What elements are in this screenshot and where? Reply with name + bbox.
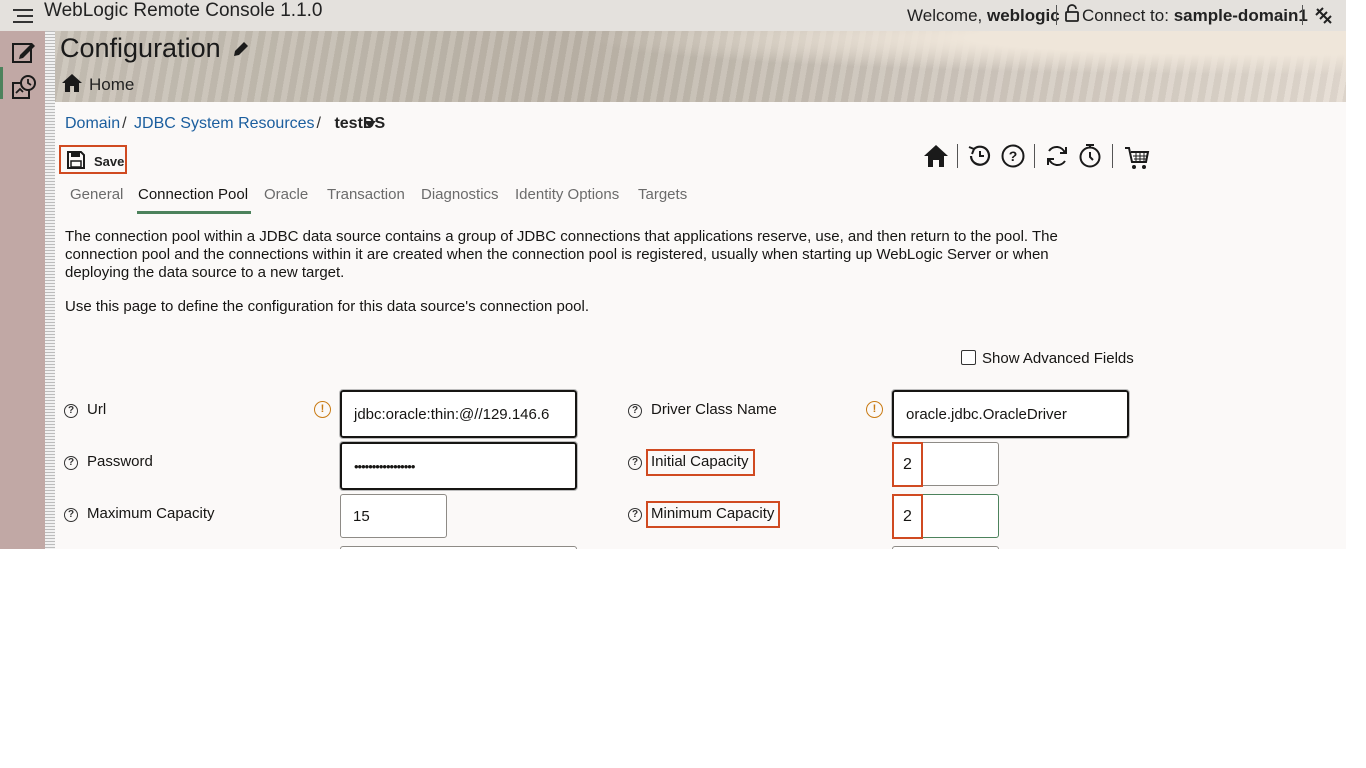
driver-class-name-label: Driver Class Name — [651, 401, 777, 418]
breadcrumb-jdbc-system-resources[interactable]: JDBC System Resources — [134, 115, 315, 132]
refresh-icon[interactable] — [1044, 143, 1070, 169]
page-banner: Configuration Home — [55, 31, 1346, 102]
tab-targets[interactable]: Targets — [638, 186, 687, 211]
url-input[interactable]: jdbc:oracle:thin:@//129.146.6 — [339, 389, 578, 439]
minimum-capacity-label: Minimum Capacity — [646, 501, 781, 528]
divider — [1034, 144, 1035, 168]
sync-interval-icon[interactable] — [1077, 143, 1103, 169]
connection-status-icon[interactable] — [1314, 6, 1334, 26]
history-icon[interactable] — [967, 143, 993, 169]
url-label: Url — [87, 401, 107, 418]
breadcrumb-current: testDS — [334, 115, 386, 132]
domain-name: sample-domain1 — [1173, 6, 1308, 25]
monitoring-tree-icon[interactable] — [11, 75, 37, 101]
welcome-text: Welcome, weblogic — [907, 6, 1060, 26]
left-nav-rail — [0, 31, 46, 549]
tab-identity-options[interactable]: Identity Options — [515, 186, 619, 211]
save-icon — [67, 151, 85, 169]
page-description: The connection pool within a JDBC data s… — [65, 228, 1058, 281]
password-input[interactable]: ••••••••••••••••• — [339, 441, 578, 491]
help-icon[interactable]: ? — [1000, 143, 1026, 169]
welcome-prefix: Welcome, — [907, 6, 983, 25]
top-bar: WebLogic Remote Console 1.1.0 Welcome, w… — [0, 0, 1346, 31]
pencil-icon — [234, 42, 248, 56]
hamburger-menu-icon[interactable] — [13, 9, 33, 23]
edit-tree-icon[interactable] — [11, 39, 37, 65]
breadcrumb: Domain / JDBC System Resources / testDS — [65, 115, 385, 133]
home-icon — [62, 74, 82, 92]
driver-class-name-input[interactable]: oracle.jdbc.OracleDriver — [891, 389, 1130, 439]
password-label: Password — [87, 453, 153, 470]
initial-capacity-label: Initial Capacity — [646, 449, 755, 476]
initial-capacity-input[interactable]: 2 — [892, 442, 923, 487]
user-name: weblogic — [987, 6, 1060, 25]
home-link-label: Home — [89, 75, 135, 94]
divider — [1056, 5, 1057, 25]
help-icon[interactable]: ? — [628, 508, 642, 522]
home-icon[interactable] — [923, 143, 949, 169]
next-field-input[interactable] — [340, 546, 577, 549]
home-link[interactable]: Home — [61, 73, 134, 95]
help-icon[interactable]: ? — [64, 456, 78, 470]
breadcrumb-domain[interactable]: Domain — [65, 115, 120, 132]
restart-required-icon: ! — [314, 401, 331, 418]
app-title: WebLogic Remote Console 1.1.0 — [44, 0, 323, 21]
tab-oracle[interactable]: Oracle — [264, 186, 308, 211]
maximum-capacity-label: Maximum Capacity — [87, 505, 215, 522]
help-icon[interactable]: ? — [628, 456, 642, 470]
help-icon[interactable]: ? — [628, 404, 642, 418]
help-icon[interactable]: ? — [64, 404, 78, 418]
page-instructions: Use this page to define the configuratio… — [65, 298, 590, 315]
page-title: Configuration — [60, 33, 221, 63]
divider — [957, 144, 958, 168]
app-viewport: WebLogic Remote Console 1.1.0 Welcome, w… — [0, 0, 1346, 549]
divider — [1302, 5, 1303, 25]
show-advanced-fields-checkbox[interactable]: Show Advanced Fields — [961, 350, 1134, 367]
next-field-input[interactable] — [892, 546, 999, 549]
restart-required-icon: ! — [866, 401, 883, 418]
unlocked-icon[interactable] — [1064, 4, 1080, 22]
save-button-label: Save — [94, 154, 125, 169]
tab-transaction[interactable]: Transaction — [327, 186, 405, 211]
breadcrumb-separator: / — [316, 115, 321, 132]
help-icon[interactable]: ? — [64, 508, 78, 522]
show-advanced-label: Show Advanced Fields — [982, 350, 1134, 367]
divider — [1112, 144, 1113, 168]
tab-diagnostics[interactable]: Diagnostics — [421, 186, 499, 211]
shopping-cart-icon[interactable] — [1124, 145, 1150, 171]
minimum-capacity-input[interactable]: 2 — [892, 494, 923, 539]
rail-resize-handle[interactable] — [45, 31, 55, 549]
checkbox-icon[interactable] — [961, 350, 976, 365]
svg-text:?: ? — [1009, 148, 1018, 164]
connect-prefix: Connect to: — [1082, 6, 1169, 25]
breadcrumb-dropdown-icon[interactable] — [364, 121, 376, 128]
tab-general[interactable]: General — [70, 186, 123, 211]
connect-text[interactable]: Connect to: sample-domain1 — [1082, 6, 1308, 26]
save-button[interactable]: Save — [59, 145, 127, 174]
maximum-capacity-input[interactable]: 15 — [340, 494, 447, 538]
tab-connection-pool[interactable]: Connection Pool — [137, 186, 252, 214]
active-indicator — [0, 67, 3, 99]
breadcrumb-separator: / — [122, 115, 127, 132]
